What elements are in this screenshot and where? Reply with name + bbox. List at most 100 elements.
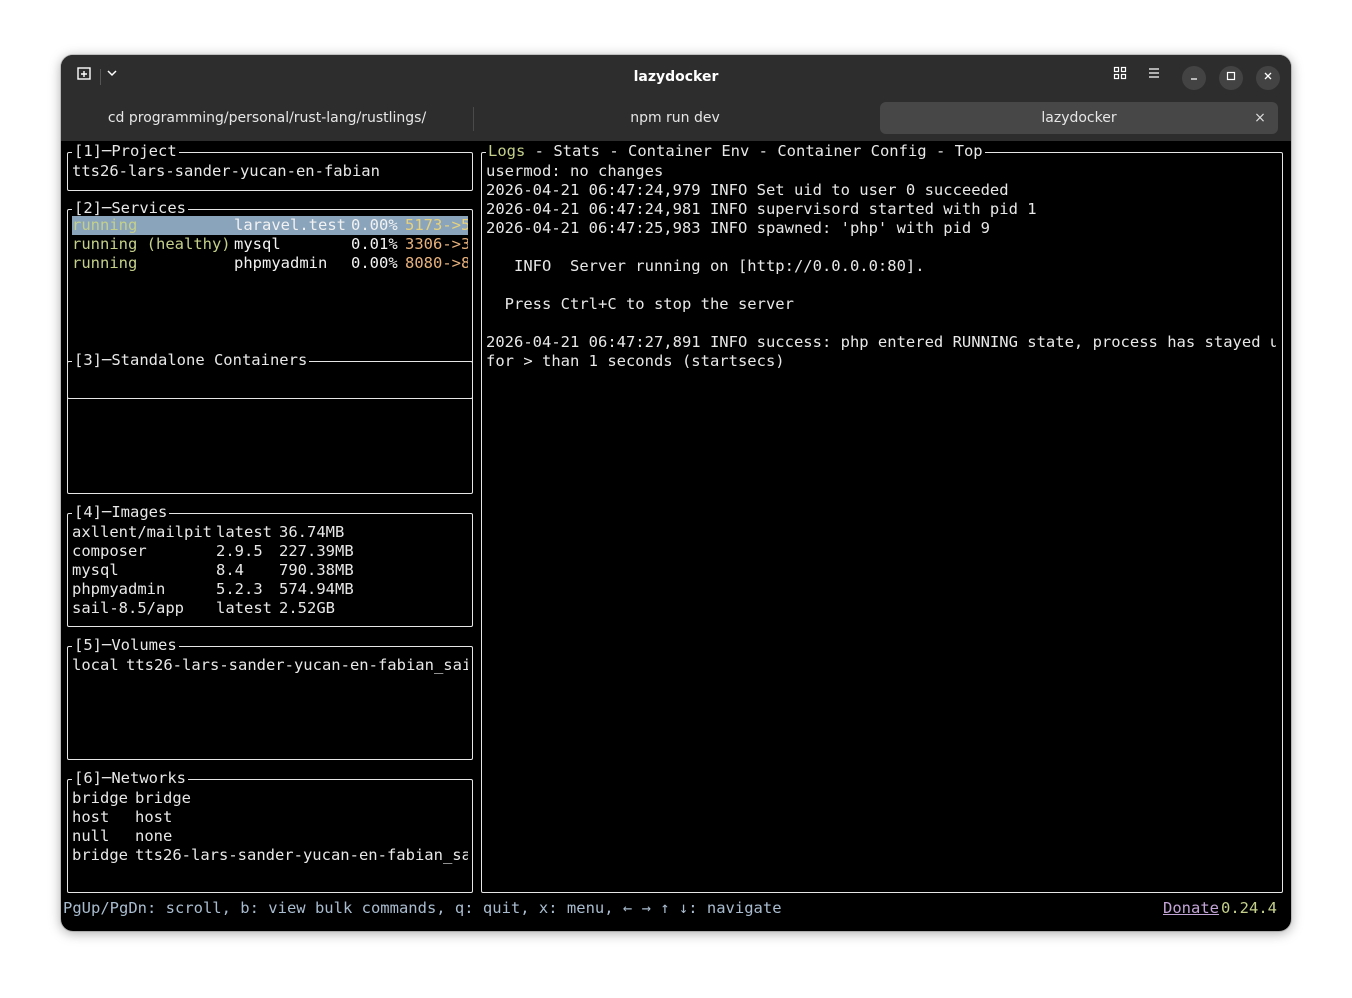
image-size: 574.94MB [279, 580, 354, 598]
log-line: for > than 1 seconds (startsecs) [486, 352, 785, 370]
tab-separator: - [749, 142, 778, 160]
service-row-mysql[interactable]: running (healthy) mysql 0.01% 3306->3 [72, 235, 468, 254]
tab-top[interactable]: Top [955, 142, 983, 160]
close-icon[interactable] [1256, 66, 1280, 90]
network-driver: host [72, 808, 110, 826]
service-ports: 8080->8 [405, 254, 468, 272]
tab-container-env[interactable]: Container Env [628, 142, 749, 160]
service-row-phpmyadmin[interactable]: running phpmyadmin 0.00% 8080->8 [72, 254, 468, 273]
service-status: running [72, 216, 138, 234]
volume-row[interactable]: local tts26-lars-sander-yucan-en-fabian_s… [72, 656, 468, 675]
images-panel[interactable]: [4]─Images axllent/mailpit latest 36.74MB … [67, 503, 473, 627]
tab-bar: cd programming/personal/rust-lang/rustli… [61, 99, 1291, 141]
image-size: 2.52GB [279, 599, 335, 617]
tab-logs[interactable]: Logs [488, 142, 525, 160]
tab-close-icon[interactable]: × [1248, 106, 1272, 130]
image-name: phpmyadmin [72, 580, 166, 598]
network-name: bridge [135, 789, 191, 807]
image-size: 790.38MB [279, 561, 354, 579]
donate-link[interactable]: Donate [1163, 899, 1219, 918]
tab-separator: - [926, 142, 955, 160]
service-status: running (healthy) [72, 235, 231, 253]
network-name: tts26-lars-sander-yucan-en-fabian_sai [135, 846, 468, 864]
project-panel-title: [1]─Project [72, 142, 179, 161]
image-name: sail-8.5/app [72, 599, 184, 617]
volumes-panel[interactable]: [5]─Volumes local tts26-lars-sander-yucan… [67, 636, 473, 760]
version-label: 0.24.4 [1221, 899, 1277, 917]
terminal-window: lazydocker cd programming/personal/rust-… [61, 55, 1291, 931]
network-row[interactable]: host host [72, 808, 468, 827]
network-name: host [135, 808, 173, 826]
image-row[interactable]: composer 2.9.5 227.39MB [72, 542, 468, 561]
network-driver: bridge [72, 789, 128, 807]
log-line: 2026-04-21 06:47:24,981 INFO supervisord… [486, 200, 1037, 218]
images-panel-title: [4]─Images [72, 503, 170, 522]
image-row[interactable]: phpmyadmin 5.2.3 574.94MB [72, 580, 468, 599]
log-line: usermod: no changes [486, 162, 664, 180]
service-cpu: 0.01% [351, 235, 398, 253]
tab-separator: - [525, 142, 554, 160]
hamburger-menu-icon[interactable] [1142, 65, 1166, 89]
maximize-icon[interactable] [1219, 66, 1243, 90]
tab-lazydocker[interactable]: lazydocker × [880, 102, 1278, 134]
image-tag: 2.9.5 [216, 542, 263, 560]
log-line: Press Ctrl+C to stop the server [486, 295, 794, 313]
lazydocker-terminal: [1]─Project tts26-lars-sander-yucan-en-f… [61, 141, 1291, 931]
service-cpu: 0.00% [351, 254, 398, 272]
minimize-icon[interactable] [1182, 66, 1206, 90]
tab-stats[interactable]: Stats [553, 142, 600, 160]
service-ports: 3306->3 [405, 235, 468, 253]
network-row[interactable]: bridge bridge [72, 789, 468, 808]
image-name: axllent/mailpit [72, 523, 212, 541]
main-logs-panel[interactable]: Logs - Stats - Container Env - Container… [481, 142, 1283, 893]
image-size: 36.74MB [279, 523, 345, 541]
network-driver: bridge [72, 846, 128, 864]
tab-rustlings[interactable]: cd programming/personal/rust-lang/rustli… [61, 102, 473, 134]
image-row[interactable]: mysql 8.4 790.38MB [72, 561, 468, 580]
project-panel[interactable]: [1]─Project tts26-lars-sander-yucan-en-f… [67, 142, 473, 191]
log-line: 2026-04-21 06:47:27,891 INFO success: ph… [486, 333, 1276, 351]
image-row[interactable]: sail-8.5/app latest 2.52GB [72, 599, 468, 618]
window-title: lazydocker [633, 69, 719, 85]
service-status: running [72, 254, 138, 272]
tab-lazydocker-label: lazydocker [1041, 110, 1117, 126]
standalone-containers-panel[interactable]: [3]─Standalone Containers [67, 351, 473, 494]
service-name: mysql [234, 235, 281, 253]
log-line: 2026-04-21 06:47:24,979 INFO Set uid to … [486, 181, 1009, 199]
tab-container-config[interactable]: Container Config [777, 142, 926, 160]
project-name: tts26-lars-sander-yucan-en-fabian [72, 162, 380, 180]
tab-npm-run-dev[interactable]: npm run dev [474, 102, 876, 134]
image-name: composer [72, 542, 147, 560]
networks-panel-title: [6]─Networks [72, 769, 188, 788]
image-name: mysql [72, 561, 119, 579]
tab-separator: - [600, 142, 628, 160]
volumes-panel-title: [5]─Volumes [72, 636, 179, 655]
service-name: laravel.test [234, 216, 346, 234]
standalone-panel-title: [3]─Standalone Containers [72, 351, 310, 370]
service-row-laravel[interactable]: running laravel.test 0.00% 5173->5 [72, 216, 468, 235]
networks-panel[interactable]: [6]─Networks bridge bridge host host null n… [67, 769, 473, 893]
log-line: 2026-04-21 06:47:25,983 INFO spawned: 'p… [486, 219, 990, 237]
volume-name: tts26-lars-sander-yucan-en-fabian_sail [126, 656, 468, 674]
network-row[interactable]: bridge tts26-lars-sander-yucan-en-fabian_… [72, 846, 468, 865]
service-ports: 5173->5 [405, 216, 468, 234]
image-tag: latest [216, 599, 272, 617]
service-name: phpmyadmin [234, 254, 328, 272]
image-tag: latest [216, 523, 272, 541]
image-tag: 8.4 [216, 561, 244, 579]
network-name: none [135, 827, 173, 845]
keybinding-hints: PgUp/PgDn: scroll, b: view bulk commands… [63, 899, 782, 917]
image-tag: 5.2.3 [216, 580, 263, 598]
network-row[interactable]: null none [72, 827, 468, 846]
grid-icon[interactable] [1108, 65, 1132, 89]
main-panel-tabs: Logs - Stats - Container Env - Container… [486, 142, 985, 161]
network-driver: null [72, 827, 110, 845]
service-cpu: 0.00% [351, 216, 398, 234]
title-bar: lazydocker [61, 55, 1291, 99]
volume-driver: local [72, 656, 119, 674]
log-line: INFO Server running on [http://0.0.0.0:8… [486, 257, 925, 275]
image-row[interactable]: axllent/mailpit latest 36.74MB [72, 523, 468, 542]
